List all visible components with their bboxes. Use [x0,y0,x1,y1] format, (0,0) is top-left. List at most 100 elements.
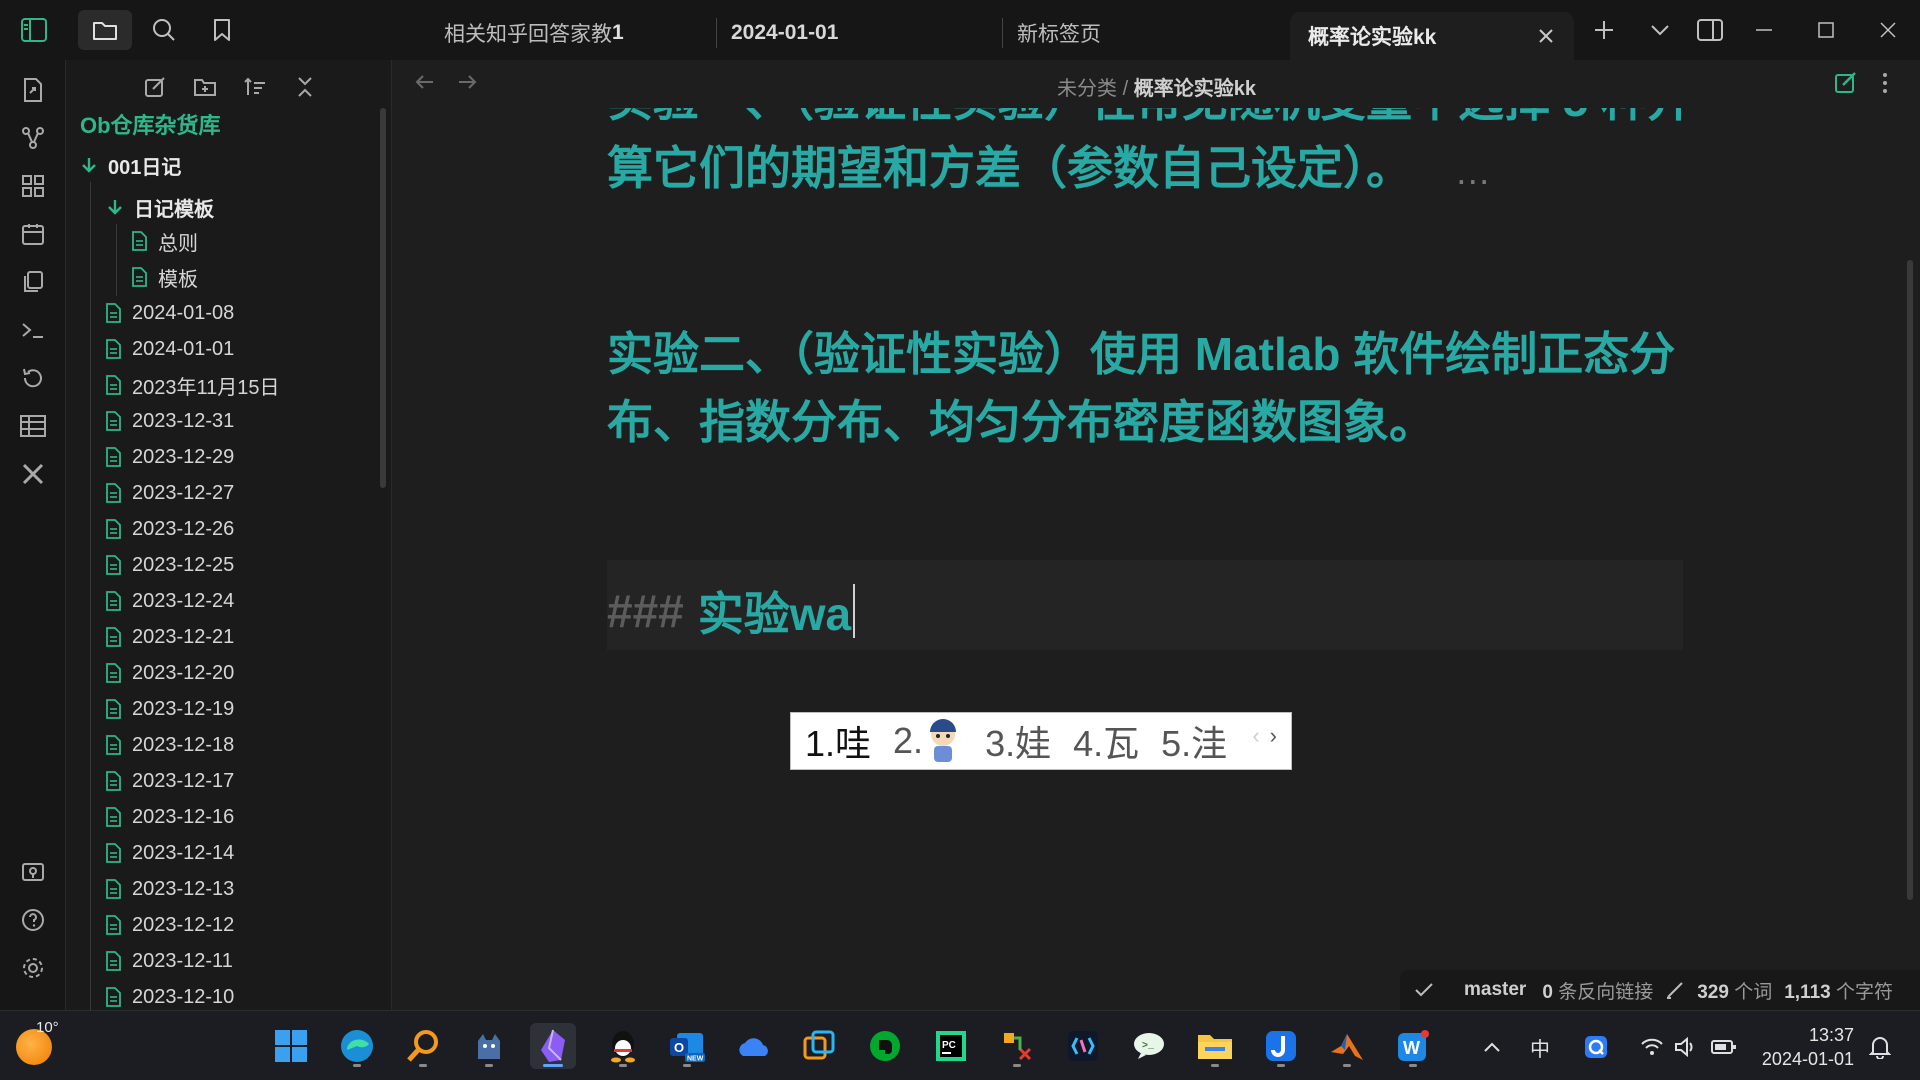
vault-name[interactable]: Ob仓库杂货库 [80,108,221,140]
edit-mode-pencil-icon[interactable] [1833,70,1859,96]
file-item[interactable]: 总则 [128,224,198,258]
pycharm-icon[interactable]: PC [928,1023,974,1069]
outlook-new-icon[interactable]: O NEW [664,1023,710,1069]
calendar-icon[interactable] [19,220,47,248]
heading-line[interactable]: ### 实验wa [607,578,856,644]
sync-check-icon[interactable] [1414,982,1434,998]
screen-capture-icon[interactable] [796,1023,842,1069]
file-item[interactable]: 模板 [128,260,198,294]
start-windows-icon[interactable] [268,1023,314,1069]
file-item[interactable]: 2023-12-11 [102,944,233,978]
qq-app-icon[interactable] [600,1023,646,1069]
open-vault-icon[interactable] [19,858,47,886]
wifi-icon[interactable] [1638,1033,1666,1061]
help-icon[interactable] [19,906,47,934]
file-item[interactable]: 2023-12-13 [102,872,234,906]
file-item[interactable]: 2024-01-08 [102,296,234,330]
onedrive-cloud-icon[interactable] [730,1023,776,1069]
xmind-icon[interactable] [994,1023,1040,1069]
file-item[interactable]: 2023-12-20 [102,656,234,690]
qq-browser-tray-icon[interactable] [1582,1033,1610,1061]
cat-app-icon[interactable] [466,1023,512,1069]
file-explorer-folder-icon[interactable] [1192,1023,1238,1069]
file-item[interactable]: 2023-12-24 [102,584,234,618]
search-icon[interactable] [140,10,188,50]
templates-copy-icon[interactable] [19,268,47,296]
everything-search-icon[interactable] [400,1023,446,1069]
canvas-grid-icon[interactable] [19,172,47,200]
tab-probability-lab[interactable]: 概率论实验kk [1290,12,1574,60]
edge-browser-icon[interactable] [334,1023,380,1069]
minimize-window-icon[interactable] [1744,10,1784,50]
ime-candidate-3[interactable]: 3.娃 [985,715,1051,767]
tools-icon[interactable] [19,460,47,488]
history-undo-icon[interactable] [19,364,47,392]
fold-ellipsis[interactable]: … [1455,151,1495,192]
new-note-icon[interactable] [138,70,172,104]
file-item[interactable]: 2023-12-21 [102,620,234,654]
tab-zhihu[interactable]: 相关知乎回答家教 1 [426,12,716,54]
file-item[interactable]: 2023-12-31 [102,404,234,438]
ime-language-indicator[interactable]: 中 [1526,1033,1554,1061]
bookmark-icon[interactable] [198,10,246,50]
ime-candidate-5[interactable]: 5.洼 [1161,715,1227,767]
tab-new-tab[interactable]: 新标签页 [999,12,1285,54]
edit-pencil-icon[interactable] [1665,980,1685,1000]
matlab-icon[interactable] [1324,1023,1370,1069]
show-hidden-icons-chevron-up-icon[interactable] [1478,1033,1506,1061]
maximize-window-icon[interactable] [1806,10,1846,50]
file-item[interactable]: 2023-12-17 [102,764,234,798]
file-item[interactable]: 2023-12-10 [102,980,234,1010]
ime-candidate-2[interactable]: 2. [893,718,963,764]
file-item[interactable]: 2023-12-29 [102,440,234,474]
sidebar-toggle-icon[interactable] [10,10,58,50]
editor-scrollbar[interactable] [1907,260,1913,900]
breadcrumb-folder[interactable]: 未分类 [1057,78,1117,100]
breadcrumb-current[interactable]: 概率论实验kk [1134,78,1256,100]
file-item[interactable]: 2023-12-19 [102,692,234,726]
close-tab-icon[interactable] [1532,22,1560,50]
file-item[interactable]: 2023年11月15日 [102,368,280,402]
graph-view-icon[interactable] [19,124,47,152]
file-item[interactable]: 2023-12-26 [102,512,234,546]
file-item[interactable]: 2023-12-27 [102,476,234,510]
settings-gear-icon[interactable] [19,954,47,982]
evernote-icon[interactable] [862,1023,908,1069]
ime-candidate-4[interactable]: 4.瓦 [1073,715,1139,767]
tab-list-chevron-down-icon[interactable] [1640,10,1680,50]
table-icon[interactable] [19,412,47,440]
files-view-icon[interactable] [78,10,132,50]
file-item[interactable]: 2023-12-25 [102,548,234,582]
notification-bell-icon[interactable] [1866,1033,1894,1061]
backlinks-status[interactable]: 0 条反向链接 [1542,977,1653,1004]
file-item[interactable]: 2023-12-12 [102,908,234,942]
close-window-icon[interactable] [1868,10,1908,50]
folder-diary-templates[interactable]: 日记模板 [104,190,214,224]
volume-speaker-icon[interactable] [1672,1033,1700,1061]
obsidian-app-icon[interactable] [530,1023,576,1069]
collapse-all-icon[interactable] [288,70,322,104]
file-item[interactable]: 2023-12-14 [102,836,234,870]
tab-2024-01-01[interactable]: 2024-01-01 [713,12,999,54]
battery-icon[interactable] [1710,1033,1738,1061]
sort-order-icon[interactable] [238,70,272,104]
new-folder-icon[interactable] [188,70,222,104]
explorer-scrollbar[interactable] [380,108,386,488]
jetbrains-toolbox-icon[interactable] [1060,1023,1106,1069]
joplin-app-icon[interactable] [1258,1023,1304,1069]
ime-next-page-icon[interactable]: › [1270,723,1277,749]
system-clock[interactable]: 13:37 2024-01-01 [1762,1023,1854,1071]
file-item[interactable]: 2024-01-01 [102,332,234,366]
ime-prev-page-icon[interactable]: ‹ [1252,723,1259,749]
command-palette-terminal-icon[interactable] [19,316,47,344]
file-item[interactable]: 2023-12-16 [102,800,234,834]
file-item[interactable]: 2023-12-18 [102,728,234,762]
more-options-icon[interactable] [1881,72,1889,94]
editor-content[interactable]: 实验一、（验证性实验）在常见随机变量中选择 5 种并 算它们的期望和方差（参数自… [393,108,1920,1008]
folder-001-diary[interactable]: 001日记 [78,148,181,182]
new-tab-icon[interactable] [1584,10,1624,50]
wps-writer-icon[interactable]: W [1390,1023,1436,1069]
git-branch[interactable]: master [1464,979,1526,1001]
open-quick-switcher-icon[interactable] [19,76,47,104]
chat-bubble-app-icon[interactable]: >_ [1126,1023,1172,1069]
